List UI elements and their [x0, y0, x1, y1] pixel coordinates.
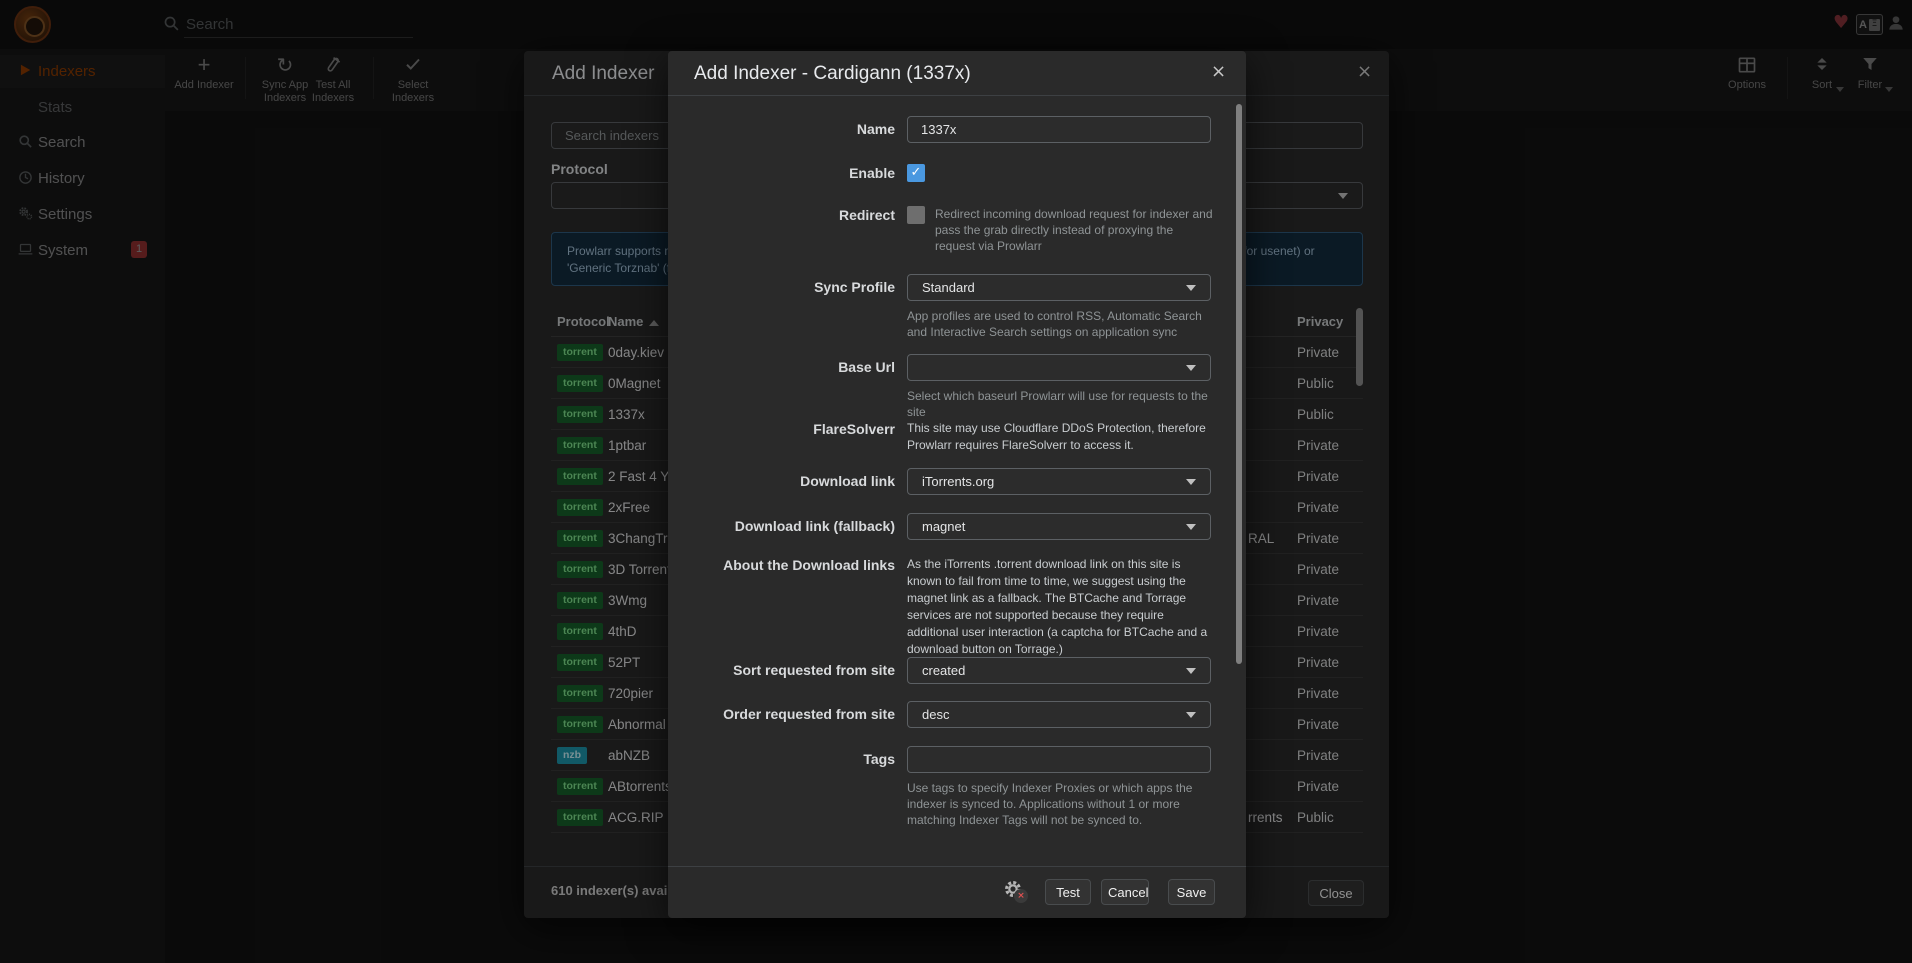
- tags-input[interactable]: [907, 746, 1211, 773]
- modal-footer: × Test Cancel Save: [668, 866, 1246, 918]
- field-help: Use tags to specify Indexer Proxies or w…: [907, 780, 1211, 828]
- field-help: App profiles are used to control RSS, Au…: [907, 308, 1211, 340]
- modal-header: Add Indexer - Cardigann (1337x) ×: [668, 51, 1246, 96]
- redirect-checkbox[interactable]: [907, 206, 925, 224]
- advanced-settings-gear-icon[interactable]: ×: [1002, 878, 1028, 904]
- test-button[interactable]: Test: [1045, 879, 1091, 905]
- scrollbar-thumb[interactable]: [1236, 104, 1242, 664]
- cancel-button[interactable]: Cancel: [1101, 879, 1149, 905]
- chevron-down-icon: [1186, 712, 1196, 718]
- sort-requested-select[interactable]: created: [907, 657, 1211, 684]
- field-label: Sort requested from site: [685, 661, 895, 679]
- edit-indexer-modal: Add Indexer - Cardigann (1337x) × Name E…: [668, 51, 1246, 918]
- chevron-down-icon: [1186, 668, 1196, 674]
- field-text: As the iTorrents .torrent download link …: [907, 556, 1217, 658]
- field-help: Redirect incoming download request for i…: [935, 206, 1213, 254]
- close-icon[interactable]: ×: [1211, 61, 1226, 82]
- field-label: Redirect: [685, 206, 895, 224]
- field-label: Tags: [685, 750, 895, 768]
- field-label: About the Download links: [685, 556, 895, 574]
- field-label: FlareSolverr: [685, 420, 895, 438]
- field-label: Download link: [685, 472, 895, 490]
- field-label: Base Url: [685, 358, 895, 376]
- download-link-fallback-select[interactable]: magnet: [907, 513, 1211, 540]
- field-text: This site may use Cloudflare DDoS Protec…: [907, 420, 1217, 454]
- chevron-down-icon: [1186, 524, 1196, 530]
- field-label: Download link (fallback): [685, 517, 895, 535]
- field-label: Name: [685, 120, 895, 138]
- field-label: Enable: [685, 164, 895, 182]
- chevron-down-icon: [1186, 365, 1196, 371]
- advanced-disabled-badge: ×: [1014, 889, 1028, 903]
- order-requested-select[interactable]: desc: [907, 701, 1211, 728]
- base-url-select[interactable]: [907, 354, 1211, 381]
- sync-profile-select[interactable]: Standard: [907, 274, 1211, 301]
- field-label: Sync Profile: [685, 278, 895, 296]
- modal-title: Add Indexer - Cardigann (1337x): [694, 63, 971, 85]
- enable-checkbox[interactable]: ✓: [907, 164, 925, 182]
- download-link-select[interactable]: iTorrents.org: [907, 468, 1211, 495]
- scrollbar[interactable]: [1236, 104, 1242, 860]
- field-label: Order requested from site: [685, 705, 895, 723]
- chevron-down-icon: [1186, 285, 1196, 291]
- prowlarr-app: ♥ A Ξ Indexers Stats Searc: [0, 0, 1912, 963]
- save-button[interactable]: Save: [1168, 879, 1215, 905]
- name-input[interactable]: [907, 116, 1211, 143]
- modal-backdrop[interactable]: Add Indexer - Cardigann (1337x) × Name E…: [0, 0, 1912, 963]
- chevron-down-icon: [1186, 479, 1196, 485]
- field-help: Select which baseurl Prowlarr will use f…: [907, 388, 1211, 420]
